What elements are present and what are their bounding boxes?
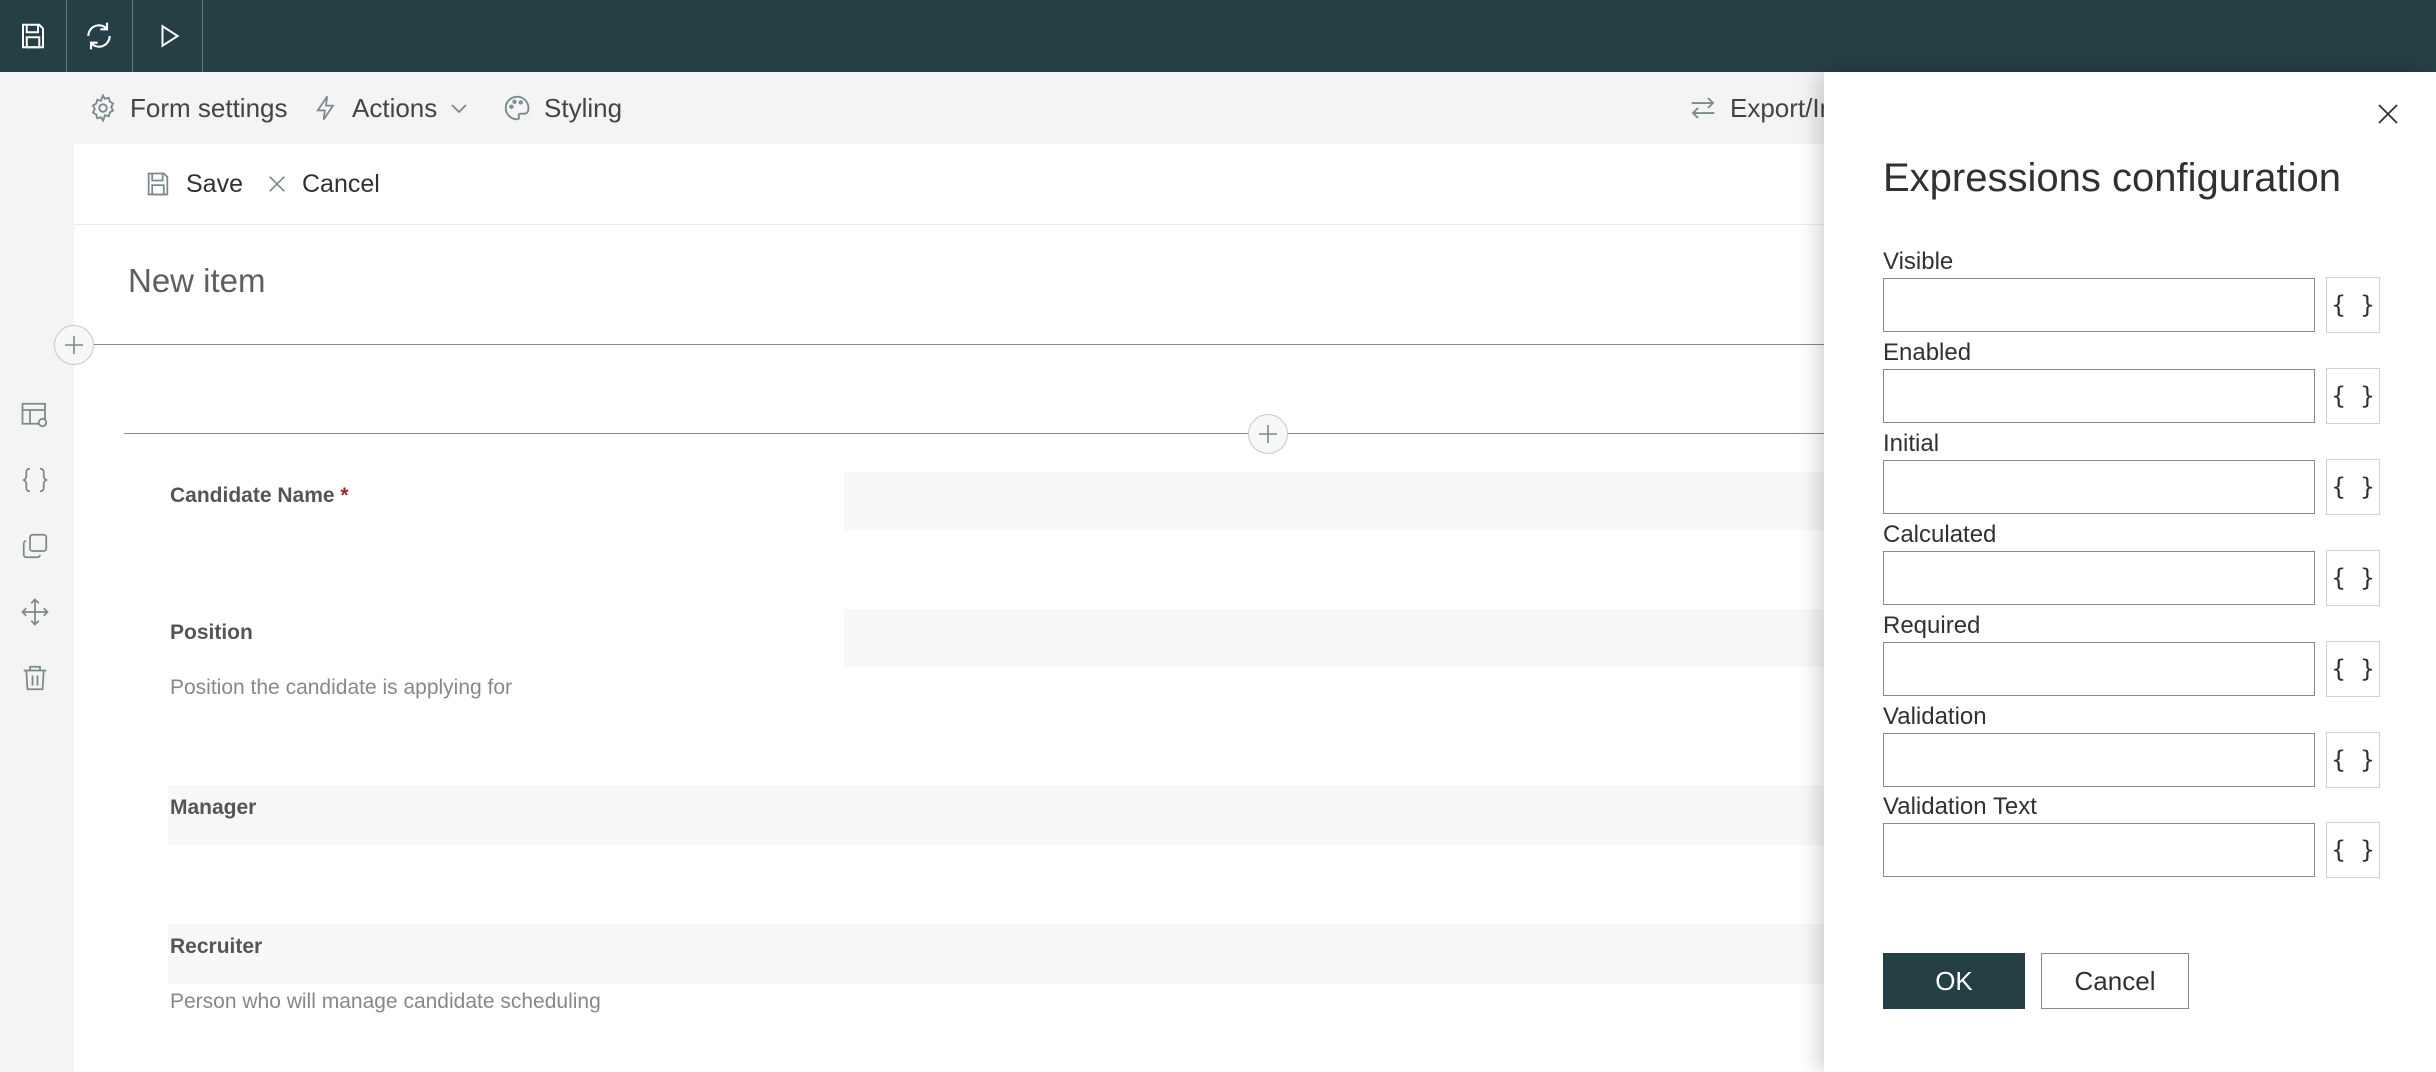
position-input[interactable] xyxy=(844,609,1824,667)
form-cancel-label: Cancel xyxy=(302,169,380,198)
required-input[interactable] xyxy=(1883,642,2315,696)
save-icon xyxy=(22,23,44,49)
form-save-button[interactable]: Save xyxy=(144,144,243,224)
braces-icon[interactable] xyxy=(18,463,52,497)
styling-label: Styling xyxy=(544,92,623,123)
recruiter-label: Recruiter xyxy=(170,935,263,958)
play-icon xyxy=(161,24,180,48)
plus-icon xyxy=(65,336,83,354)
top-toolbar xyxy=(0,0,2436,72)
ok-button[interactable]: OK xyxy=(1883,953,2025,1009)
section-divider xyxy=(88,344,1824,345)
add-section-top-button[interactable] xyxy=(54,325,94,365)
export-import-button[interactable]: Export/Im xyxy=(1688,72,1841,144)
form-settings-button[interactable]: Form settings xyxy=(88,72,288,144)
row-divider xyxy=(124,433,1824,434)
styling-button[interactable]: Styling xyxy=(502,72,622,144)
calculated-expression-button[interactable]: { } xyxy=(2326,550,2380,606)
chevron-down-icon xyxy=(451,104,467,114)
refresh-icon xyxy=(87,22,111,50)
form-title: New item xyxy=(128,262,266,299)
calculated-input[interactable] xyxy=(1883,551,2315,605)
close-icon xyxy=(269,176,285,192)
enabled-expression-button[interactable]: { } xyxy=(2326,368,2380,424)
expressions-panel: Expressions configuration Visible { } En… xyxy=(1824,72,2436,1072)
visible-expression-button[interactable]: { } xyxy=(2326,277,2380,333)
form-savebar: Save Cancel xyxy=(74,144,1824,225)
initial-label: Initial xyxy=(1883,430,1940,457)
recruiter-description: Person who will manage candidate schedul… xyxy=(170,990,601,1013)
run-button[interactable] xyxy=(136,0,203,72)
copy-icon[interactable] xyxy=(18,529,52,563)
recruiter-field[interactable] xyxy=(168,924,1824,984)
actions-menu-button[interactable]: Actions xyxy=(312,72,469,144)
initial-expression-button[interactable]: { } xyxy=(2326,459,2380,515)
table-settings-icon[interactable] xyxy=(18,398,52,432)
gear-icon xyxy=(91,93,115,123)
close-icon xyxy=(2378,104,2398,124)
required-marker: * xyxy=(340,484,349,507)
position-description: Position the candidate is applying for xyxy=(170,676,513,699)
initial-input[interactable] xyxy=(1883,460,2315,514)
validation-text-expression-button[interactable]: { } xyxy=(2326,822,2380,878)
validation-expression-button[interactable]: { } xyxy=(2326,732,2380,788)
validation-input[interactable] xyxy=(1883,733,2315,787)
calculated-label: Calculated xyxy=(1883,521,1997,548)
form-save-label: Save xyxy=(186,169,243,198)
close-panel-button[interactable] xyxy=(2370,96,2406,132)
add-row-button[interactable] xyxy=(1248,414,1288,454)
required-label: Required xyxy=(1883,612,1981,639)
palette-icon xyxy=(504,95,530,121)
visible-label: Visible xyxy=(1883,248,1954,275)
save-toolbar-button[interactable] xyxy=(0,0,67,72)
plus-icon xyxy=(1259,425,1277,443)
save-icon xyxy=(147,172,169,196)
move-icon[interactable] xyxy=(18,595,52,629)
required-expression-button[interactable]: { } xyxy=(2326,641,2380,697)
validation-label: Validation xyxy=(1883,703,1987,730)
manager-field[interactable] xyxy=(168,785,1824,845)
form-cancel-button[interactable]: Cancel xyxy=(266,144,380,224)
refresh-button[interactable] xyxy=(66,0,133,72)
enabled-input[interactable] xyxy=(1883,369,2315,423)
manager-label: Manager xyxy=(170,796,257,819)
candidate-name-label-text: Candidate Name xyxy=(170,484,335,507)
candidate-name-input[interactable] xyxy=(844,472,1824,530)
actions-label: Actions xyxy=(352,92,438,123)
panel-cancel-button[interactable]: Cancel xyxy=(2041,953,2189,1009)
candidate-name-label: Candidate Name * xyxy=(170,484,349,508)
form-canvas: Save Cancel New item Candidate Name * Po… xyxy=(54,144,1824,1072)
enabled-label: Enabled xyxy=(1883,339,1972,366)
visible-input[interactable] xyxy=(1883,278,2315,332)
validation-text-input[interactable] xyxy=(1883,823,2315,877)
position-label: Position xyxy=(170,621,253,644)
arrows-swap-icon xyxy=(1691,97,1715,119)
delete-icon[interactable] xyxy=(18,661,52,695)
panel-title: Expressions configuration xyxy=(1883,156,2342,200)
form-settings-label: Form settings xyxy=(130,92,288,123)
lightning-icon xyxy=(316,95,335,121)
validation-text-label: Validation Text xyxy=(1883,793,2037,820)
